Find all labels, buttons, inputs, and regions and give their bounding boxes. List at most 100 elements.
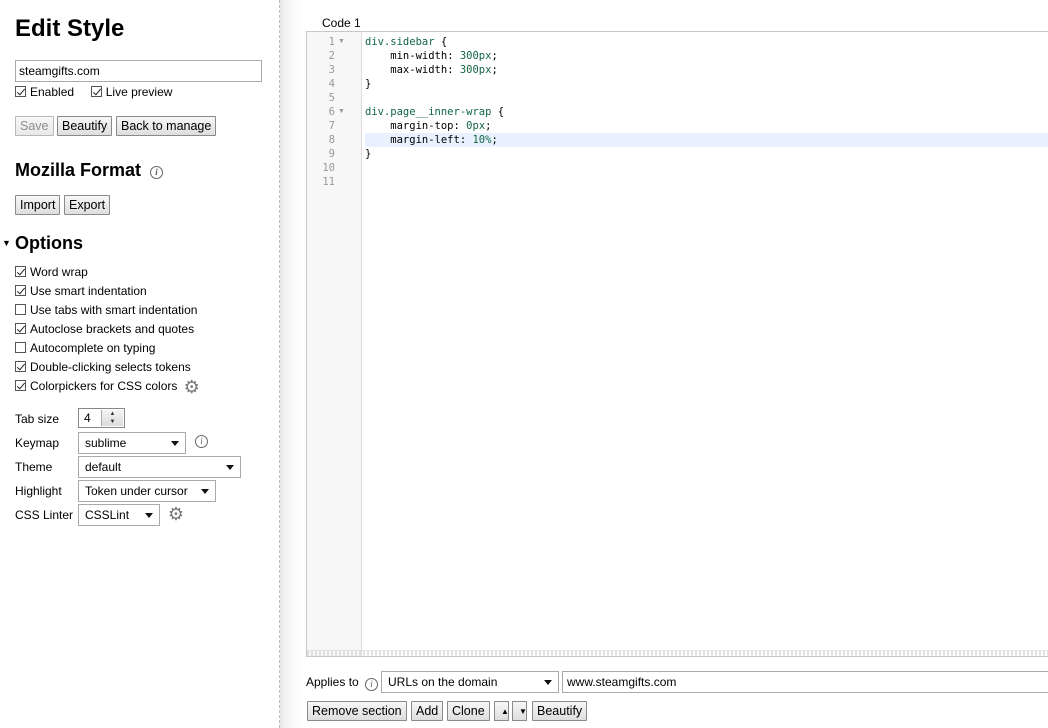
line-number: 10 xyxy=(322,162,335,174)
code-line[interactable]: max-width: 300px; xyxy=(365,63,1048,77)
editor-resize-handle[interactable] xyxy=(307,650,1048,656)
keymap-select[interactable]: sublime xyxy=(78,432,186,454)
chevron-down-icon xyxy=(544,680,552,685)
theme-select[interactable]: default xyxy=(78,456,241,478)
option-autoclose[interactable]: Autoclose brackets and quotes xyxy=(15,322,194,336)
mozilla-format-title: Mozilla Format xyxy=(15,160,142,180)
smart-indentation-checkbox[interactable] xyxy=(15,285,26,296)
option-colorpickers[interactable]: Colorpickers for CSS colors ⚙ xyxy=(15,378,201,396)
export-button[interactable]: Export xyxy=(64,195,111,215)
tab-size-label: Tab size xyxy=(15,412,60,426)
triangle-down-icon[interactable]: ▼ xyxy=(2,238,11,248)
double-click-checkbox[interactable] xyxy=(15,361,26,372)
line-number: 1 xyxy=(328,36,335,48)
autocomplete-checkbox[interactable] xyxy=(15,342,26,353)
theme-label: Theme xyxy=(15,460,53,474)
autoclose-checkbox[interactable] xyxy=(15,323,26,334)
code-line[interactable] xyxy=(365,175,1048,189)
section-beautify-button[interactable]: Beautify xyxy=(532,701,588,721)
remove-section-button[interactable]: Remove section xyxy=(307,701,407,721)
css-linter-value: CSSLint xyxy=(85,508,130,522)
css-linter-label: CSS Linter xyxy=(15,508,74,522)
option-label: Use smart indentation xyxy=(30,284,147,298)
option-label: Autocomplete on typing xyxy=(30,341,156,355)
code-token: margin-top xyxy=(365,120,454,132)
css-linter-select[interactable]: CSSLint xyxy=(78,504,160,526)
option-smart-indentation[interactable]: Use smart indentation xyxy=(15,284,147,298)
back-to-manage-button[interactable]: Back to manage xyxy=(116,116,217,136)
applies-type-select[interactable]: URLs on the domain xyxy=(381,671,559,693)
code-line[interactable]: } xyxy=(365,147,1048,161)
line-number: 8 xyxy=(328,134,335,146)
code-token: min-width xyxy=(365,50,448,62)
line-number: 9 xyxy=(328,148,335,160)
option-tabs-smart-indentation[interactable]: Use tabs with smart indentation xyxy=(15,303,197,317)
clone-section-button[interactable]: Clone xyxy=(447,701,490,721)
highlight-value: Token under cursor xyxy=(85,484,188,498)
tabs-smart-indentation-checkbox[interactable] xyxy=(15,304,26,315)
code-line[interactable]: min-width: 300px; xyxy=(365,49,1048,63)
code-line[interactable]: div.page__inner-wrap { xyxy=(365,105,1048,119)
save-button[interactable]: Save xyxy=(15,116,54,136)
code-line[interactable]: } xyxy=(365,77,1048,91)
code-token: margin-left xyxy=(365,134,460,146)
option-autocomplete[interactable]: Autocomplete on typing xyxy=(15,341,155,355)
sidebar-divider[interactable] xyxy=(279,0,305,728)
code-token: 300px xyxy=(459,50,492,62)
code-line[interactable] xyxy=(365,161,1048,175)
code-token: max-width xyxy=(365,64,448,76)
option-double-click[interactable]: Double-clicking selects tokens xyxy=(15,360,191,374)
applies-url-input[interactable] xyxy=(562,671,1048,693)
gear-icon[interactable]: ⚙ xyxy=(167,505,185,523)
code-token: div.sidebar xyxy=(365,36,435,48)
fold-arrow-icon[interactable]: ▼ xyxy=(338,35,345,49)
options-heading[interactable]: Options xyxy=(15,233,83,254)
code-token: ; xyxy=(491,50,498,62)
add-section-button[interactable]: Add xyxy=(411,701,444,721)
code-token: ; xyxy=(485,120,492,132)
highlight-label: Highlight xyxy=(15,484,62,498)
code-line[interactable]: margin-top: 0px; xyxy=(365,119,1048,133)
highlight-select[interactable]: Token under cursor xyxy=(78,480,216,502)
code-token: 300px xyxy=(459,64,492,76)
code-token: 10% xyxy=(472,134,492,146)
gear-icon[interactable]: ⚙ xyxy=(183,378,201,396)
enabled-label: Enabled xyxy=(30,85,75,99)
code-editor[interactable]: 1 ▼ 2 3 4 5 6 ▼ 7 8 9 10 11 div.sidebar { min-width:… xyxy=(306,31,1048,657)
option-word-wrap[interactable]: Word wrap xyxy=(15,265,88,279)
sidebar: Edit Style Enabled Live preview Save Bea… xyxy=(0,0,279,728)
mozilla-format-heading: Mozilla Format i xyxy=(15,160,164,181)
live-preview-checkbox[interactable] xyxy=(90,86,102,97)
move-down-button[interactable]: ▼ xyxy=(512,701,527,721)
chevron-down-icon xyxy=(226,465,234,470)
enabled-checkbox[interactable] xyxy=(15,86,26,97)
chevron-down-icon xyxy=(201,489,209,494)
word-wrap-checkbox[interactable] xyxy=(15,266,26,277)
code-line[interactable]: div.sidebar { xyxy=(365,35,1048,49)
code-token: } xyxy=(365,148,372,160)
code-token: 0px xyxy=(466,120,486,132)
code-token: ; xyxy=(491,134,498,146)
info-icon[interactable]: i xyxy=(195,435,208,448)
import-button[interactable]: Import xyxy=(15,195,61,215)
keymap-label: Keymap xyxy=(15,436,60,450)
code-token: } xyxy=(365,78,372,90)
keymap-value: sublime xyxy=(85,436,127,450)
live-preview-label: Live preview xyxy=(105,85,173,99)
line-number: 11 xyxy=(322,176,335,188)
fold-arrow-icon[interactable]: ▼ xyxy=(338,105,345,119)
code-line[interactable] xyxy=(365,91,1048,105)
info-icon[interactable]: i xyxy=(150,166,164,179)
info-icon[interactable]: i xyxy=(365,678,379,691)
stepper-arrows-icon[interactable]: ▲ ▼ xyxy=(101,410,123,426)
move-up-button[interactable]: ▲ xyxy=(494,701,509,721)
colorpickers-checkbox[interactable] xyxy=(15,380,26,391)
chevron-down-icon xyxy=(145,513,153,518)
beautify-button[interactable]: Beautify xyxy=(57,116,113,136)
code-line[interactable]: margin-left: 10%; xyxy=(365,133,1048,147)
code-token: : xyxy=(459,134,473,146)
style-name-input[interactable] xyxy=(15,60,262,82)
option-label: Colorpickers for CSS colors xyxy=(30,379,178,393)
code-token: : xyxy=(447,50,460,62)
tab-size-stepper[interactable]: 4 ▲ ▼ xyxy=(78,408,125,428)
